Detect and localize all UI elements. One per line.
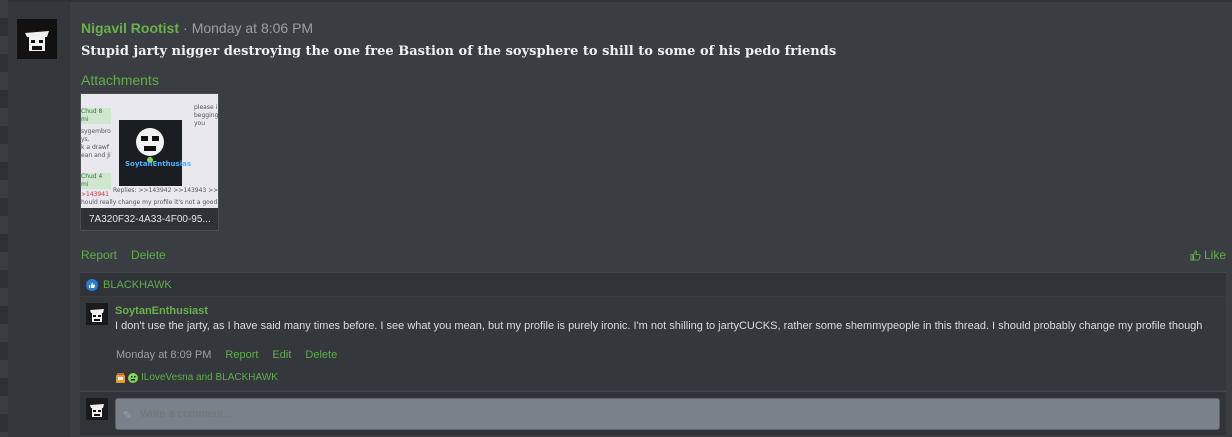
post-header: Nigavil Rootist · Monday at 8:06 PM xyxy=(81,20,313,40)
reaction-user[interactable]: BLACKHAWK xyxy=(103,279,172,291)
attachment-card[interactable]: Chud 8 mi sygembro ys. k a drawf ean and… xyxy=(80,93,219,231)
thumb-line-4: k a drawf xyxy=(81,144,109,151)
comment-body: I don't use the jarty, as I have said ma… xyxy=(115,320,1203,332)
post-body: Stupid jarty nigger destroying the one f… xyxy=(81,44,837,59)
header-separator: · xyxy=(183,20,188,36)
comment-timestamp[interactable]: Monday at 8:09 PM xyxy=(116,349,211,361)
thumb-name: SoytanEnthusias xyxy=(125,160,192,168)
thumb-embedded-avatar xyxy=(119,120,182,186)
post-user-column xyxy=(8,2,70,437)
post-actions: Report Delete xyxy=(81,248,166,262)
green-face-emoji-icon xyxy=(128,372,138,383)
comment-reaction-users[interactable]: ILoveVesna and BLACKHAWK xyxy=(141,372,278,383)
attachments-heading: Attachments xyxy=(81,72,159,88)
report-link[interactable]: Report xyxy=(81,248,117,262)
pencil-icon: ✎ xyxy=(123,410,133,422)
comment-reactions[interactable]: ILoveVesna and BLACKHAWK xyxy=(116,372,278,383)
reply-avatar xyxy=(86,398,108,420)
thumb-right-1: please i xyxy=(194,104,218,111)
thumb-soyjak-icon xyxy=(119,120,182,186)
comment-avatar[interactable] xyxy=(86,303,108,325)
attachment-filename[interactable]: 7A320F32-4A33-4F00-95... xyxy=(89,214,211,225)
avatar[interactable] xyxy=(17,19,57,59)
like-label: Like xyxy=(1203,248,1226,262)
thumb-right-2: begging xyxy=(194,112,218,119)
post-username[interactable]: Nigavil Rootist xyxy=(81,20,179,36)
like-button[interactable]: Like xyxy=(1190,248,1226,262)
post-timestamp[interactable]: Monday at 8:06 PM xyxy=(192,20,313,36)
thumb-line-1: Chud 8 mi xyxy=(81,108,111,124)
page-background-strip xyxy=(0,0,8,437)
avatar-image xyxy=(19,21,55,57)
comment-meta: Monday at 8:09 PM Report Edit Delete xyxy=(116,349,337,361)
reactions-bar[interactable]: BLACKHAWK xyxy=(80,272,1226,296)
reply-row: ✎ xyxy=(80,391,1226,435)
comment-avatar-image xyxy=(87,304,107,324)
thumb-line-2: sygembro xyxy=(81,128,111,135)
thumbs-up-badge-icon xyxy=(86,278,98,291)
thumb-line-3: ys. xyxy=(81,136,90,143)
profile-post: Nigavil Rootist · Monday at 8:06 PM Stup… xyxy=(8,0,1232,437)
comment: SoytanEnthusiast I don't use the jarty, … xyxy=(80,297,1226,390)
comment-username[interactable]: SoytanEnthusiast xyxy=(115,305,208,317)
comment-edit-link[interactable]: Edit xyxy=(272,349,291,361)
comment-delete-link[interactable]: Delete xyxy=(305,349,337,361)
comment-input[interactable] xyxy=(115,398,1220,430)
delete-link[interactable]: Delete xyxy=(131,248,166,262)
thumb-line-5: ean and Ji xyxy=(81,152,111,159)
thumb-right-3: you xyxy=(194,120,206,127)
jar-emoji-icon xyxy=(116,372,125,383)
thumb-replies: Replies: >>143942 >>143943 >>143944 >>1 xyxy=(113,187,218,194)
thumb-line-7: >143941 xyxy=(81,191,109,198)
reply-avatar-image xyxy=(87,399,107,419)
thumbs-up-icon xyxy=(1190,249,1201,261)
attachment-thumbnail[interactable]: Chud 8 mi sygembro ys. k a drawf ean and… xyxy=(81,94,218,208)
thumb-line-6: Chud 4 mi xyxy=(81,173,111,189)
comment-report-link[interactable]: Report xyxy=(225,349,258,361)
thumb-line-8: hould really change my profile it's not … xyxy=(81,199,218,206)
